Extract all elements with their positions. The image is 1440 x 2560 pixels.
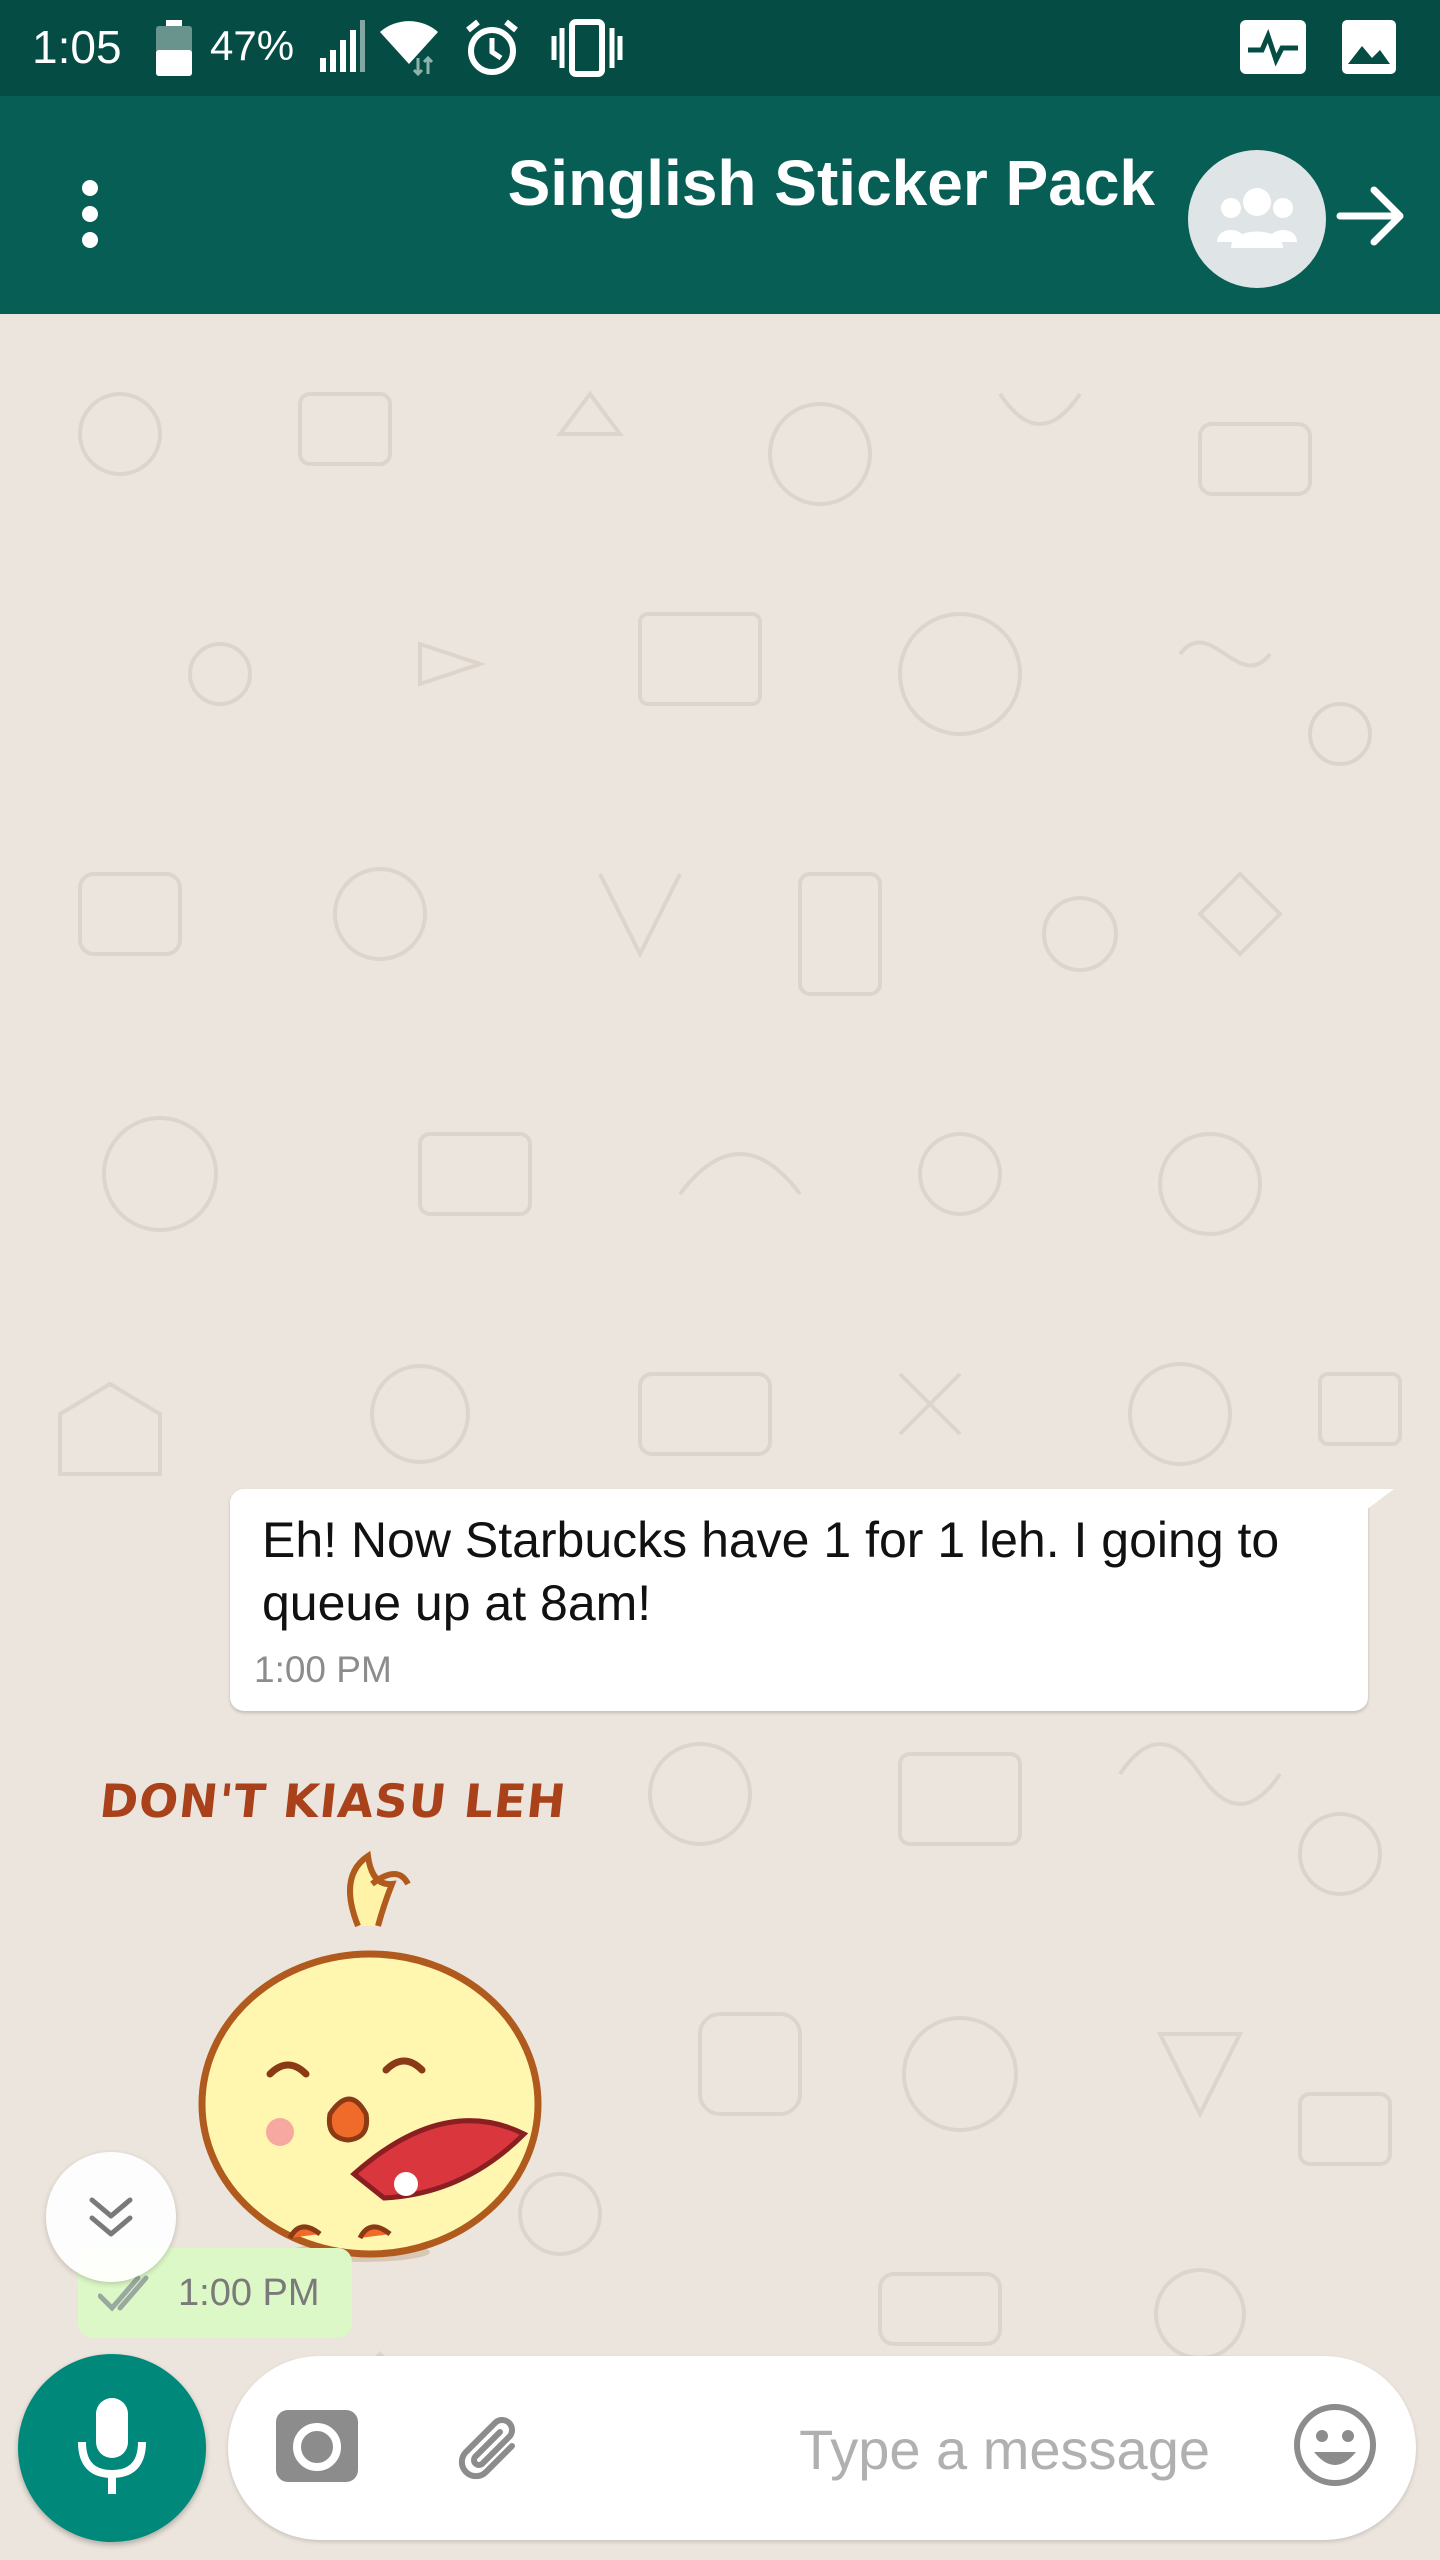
alarm-icon: [466, 19, 518, 75]
more-vert-icon[interactable]: [70, 180, 110, 252]
app-bar: Singlish Sticker Pack: [0, 96, 1440, 314]
mic-icon: [78, 2398, 146, 2494]
battery-percent: 47%: [210, 22, 295, 69]
signal-icon: [320, 20, 365, 72]
vibrate-icon: [551, 19, 623, 77]
group-avatar-icon[interactable]: [1188, 150, 1326, 288]
activity-icon: [1240, 20, 1306, 74]
arrow-right-icon[interactable]: [1336, 184, 1408, 248]
status-time: 1:05: [32, 21, 122, 73]
battery-icon: [156, 20, 192, 76]
chevron-double-down-icon: [89, 2197, 133, 2237]
message-time: 1:00 PM: [254, 1649, 392, 1690]
scroll-to-bottom-button[interactable]: [46, 2152, 176, 2282]
camera-icon[interactable]: [276, 2410, 358, 2482]
message-input[interactable]: [558, 2400, 1212, 2498]
emoji-icon[interactable]: [1292, 2402, 1378, 2488]
message-input-bar: [228, 2356, 1416, 2540]
page-title: Singlish Sticker Pack: [507, 147, 1155, 219]
message-text: Eh! Now Starbucks have 1 for 1 leh. I go…: [262, 1512, 1280, 1631]
status-bar: 1:05 47%: [0, 0, 1440, 96]
image-icon: [1342, 20, 1396, 74]
mic-button[interactable]: [18, 2354, 206, 2542]
chat-area[interactable]: Eh! Now Starbucks have 1 for 1 leh. I go…: [0, 314, 1440, 2560]
attach-icon[interactable]: [450, 2406, 534, 2490]
message-bubble-outgoing[interactable]: Eh! Now Starbucks have 1 for 1 leh. I go…: [230, 1489, 1394, 1711]
wifi-icon: [380, 21, 438, 77]
sticker-time: 1:00 PM: [178, 2272, 320, 2314]
